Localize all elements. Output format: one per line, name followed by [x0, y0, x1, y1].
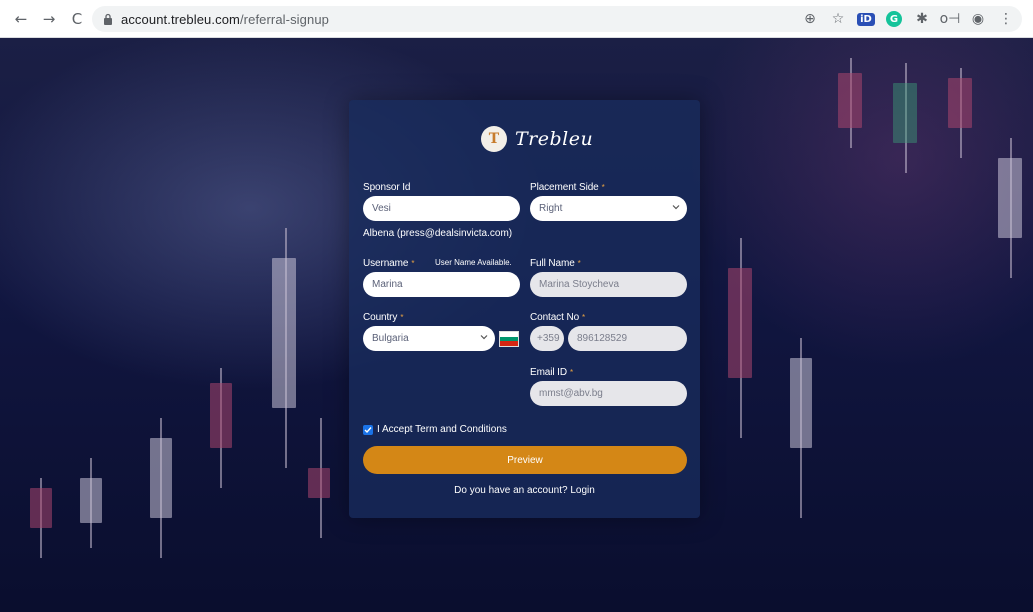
brand-logo: T Trebleu [481, 126, 593, 152]
username-input[interactable]: Marina [363, 272, 520, 297]
key-icon[interactable]: o⊣ [938, 7, 962, 31]
profile-icon[interactable]: ◉ [966, 7, 990, 31]
chart-candle-body [210, 383, 232, 448]
chart-candle-body [998, 158, 1022, 238]
lock-icon [102, 12, 114, 26]
address-bar[interactable]: account.trebleu.com/referral-signup ⊕ ☆ … [92, 6, 1022, 32]
email-input[interactable]: mmst@abv.bg [530, 381, 687, 406]
logo-emblem-icon: T [481, 126, 507, 152]
chart-candle-body [948, 78, 972, 128]
dial-code-field[interactable]: +359 [530, 326, 564, 351]
chart-candle-body [790, 358, 812, 448]
full-name-label: Full Name * [530, 258, 581, 269]
login-link[interactable]: Do you have an account? Login [349, 485, 700, 496]
terms-label[interactable]: I Accept Term and Conditions [377, 424, 507, 435]
reload-icon[interactable]: C [66, 8, 88, 30]
bulgaria-flag-icon [499, 331, 519, 347]
zoom-icon[interactable]: ⊕ [798, 7, 822, 31]
chart-candle-body [80, 478, 102, 523]
extension-id-icon[interactable]: iD [854, 7, 878, 31]
chart-candle-body [30, 488, 52, 528]
username-label: Username * [363, 258, 415, 269]
placement-side-select[interactable]: Right [530, 196, 687, 221]
sponsor-id-label: Sponsor Id [363, 182, 411, 193]
chevron-down-icon [480, 335, 488, 340]
forward-icon[interactable]: → [38, 8, 60, 30]
url-path: /referral-signup [239, 11, 329, 27]
url-text[interactable]: account.trebleu.com/referral-signup [121, 12, 329, 27]
chart-candle-body [150, 438, 172, 518]
chart-candle-body [893, 83, 917, 143]
back-icon[interactable]: ← [10, 8, 32, 30]
url-host: account.trebleu.com [121, 11, 240, 27]
country-select[interactable]: Bulgaria [363, 326, 495, 351]
signup-card: T Trebleu Sponsor Id Vesi Albena (press@… [349, 100, 700, 518]
checkmark-icon [364, 427, 372, 434]
terms-checkbox[interactable] [363, 425, 373, 435]
grammarly-icon[interactable]: G [882, 7, 906, 31]
country-label: Country * [363, 312, 404, 323]
full-name-input[interactable]: Marina Stoycheva [530, 272, 687, 297]
star-icon[interactable]: ☆ [826, 7, 850, 31]
chart-candle-body [838, 73, 862, 128]
phone-input[interactable]: 896128529 [568, 326, 687, 351]
username-status: User Name Available. [435, 258, 512, 267]
placement-side-label: Placement Side * [530, 182, 605, 193]
brand-name: Trebleu [515, 128, 594, 150]
puzzle-icon[interactable]: ✱ [910, 7, 934, 31]
browser-toolbar: ← → C account.trebleu.com/referral-signu… [0, 0, 1033, 38]
chart-candle-body [308, 468, 330, 498]
chart-candle-body [272, 258, 296, 408]
contact-no-label: Contact No * [530, 312, 586, 323]
sponsor-id-input[interactable]: Vesi [363, 196, 520, 221]
chevron-down-icon [672, 205, 680, 210]
chart-candle-body [728, 268, 752, 378]
sponsor-info: Albena (press@dealsinvicta.com) [363, 228, 513, 239]
preview-button[interactable]: Preview [363, 446, 687, 474]
menu-icon[interactable]: ⋮ [994, 7, 1018, 31]
email-label: Email ID * [530, 367, 573, 378]
